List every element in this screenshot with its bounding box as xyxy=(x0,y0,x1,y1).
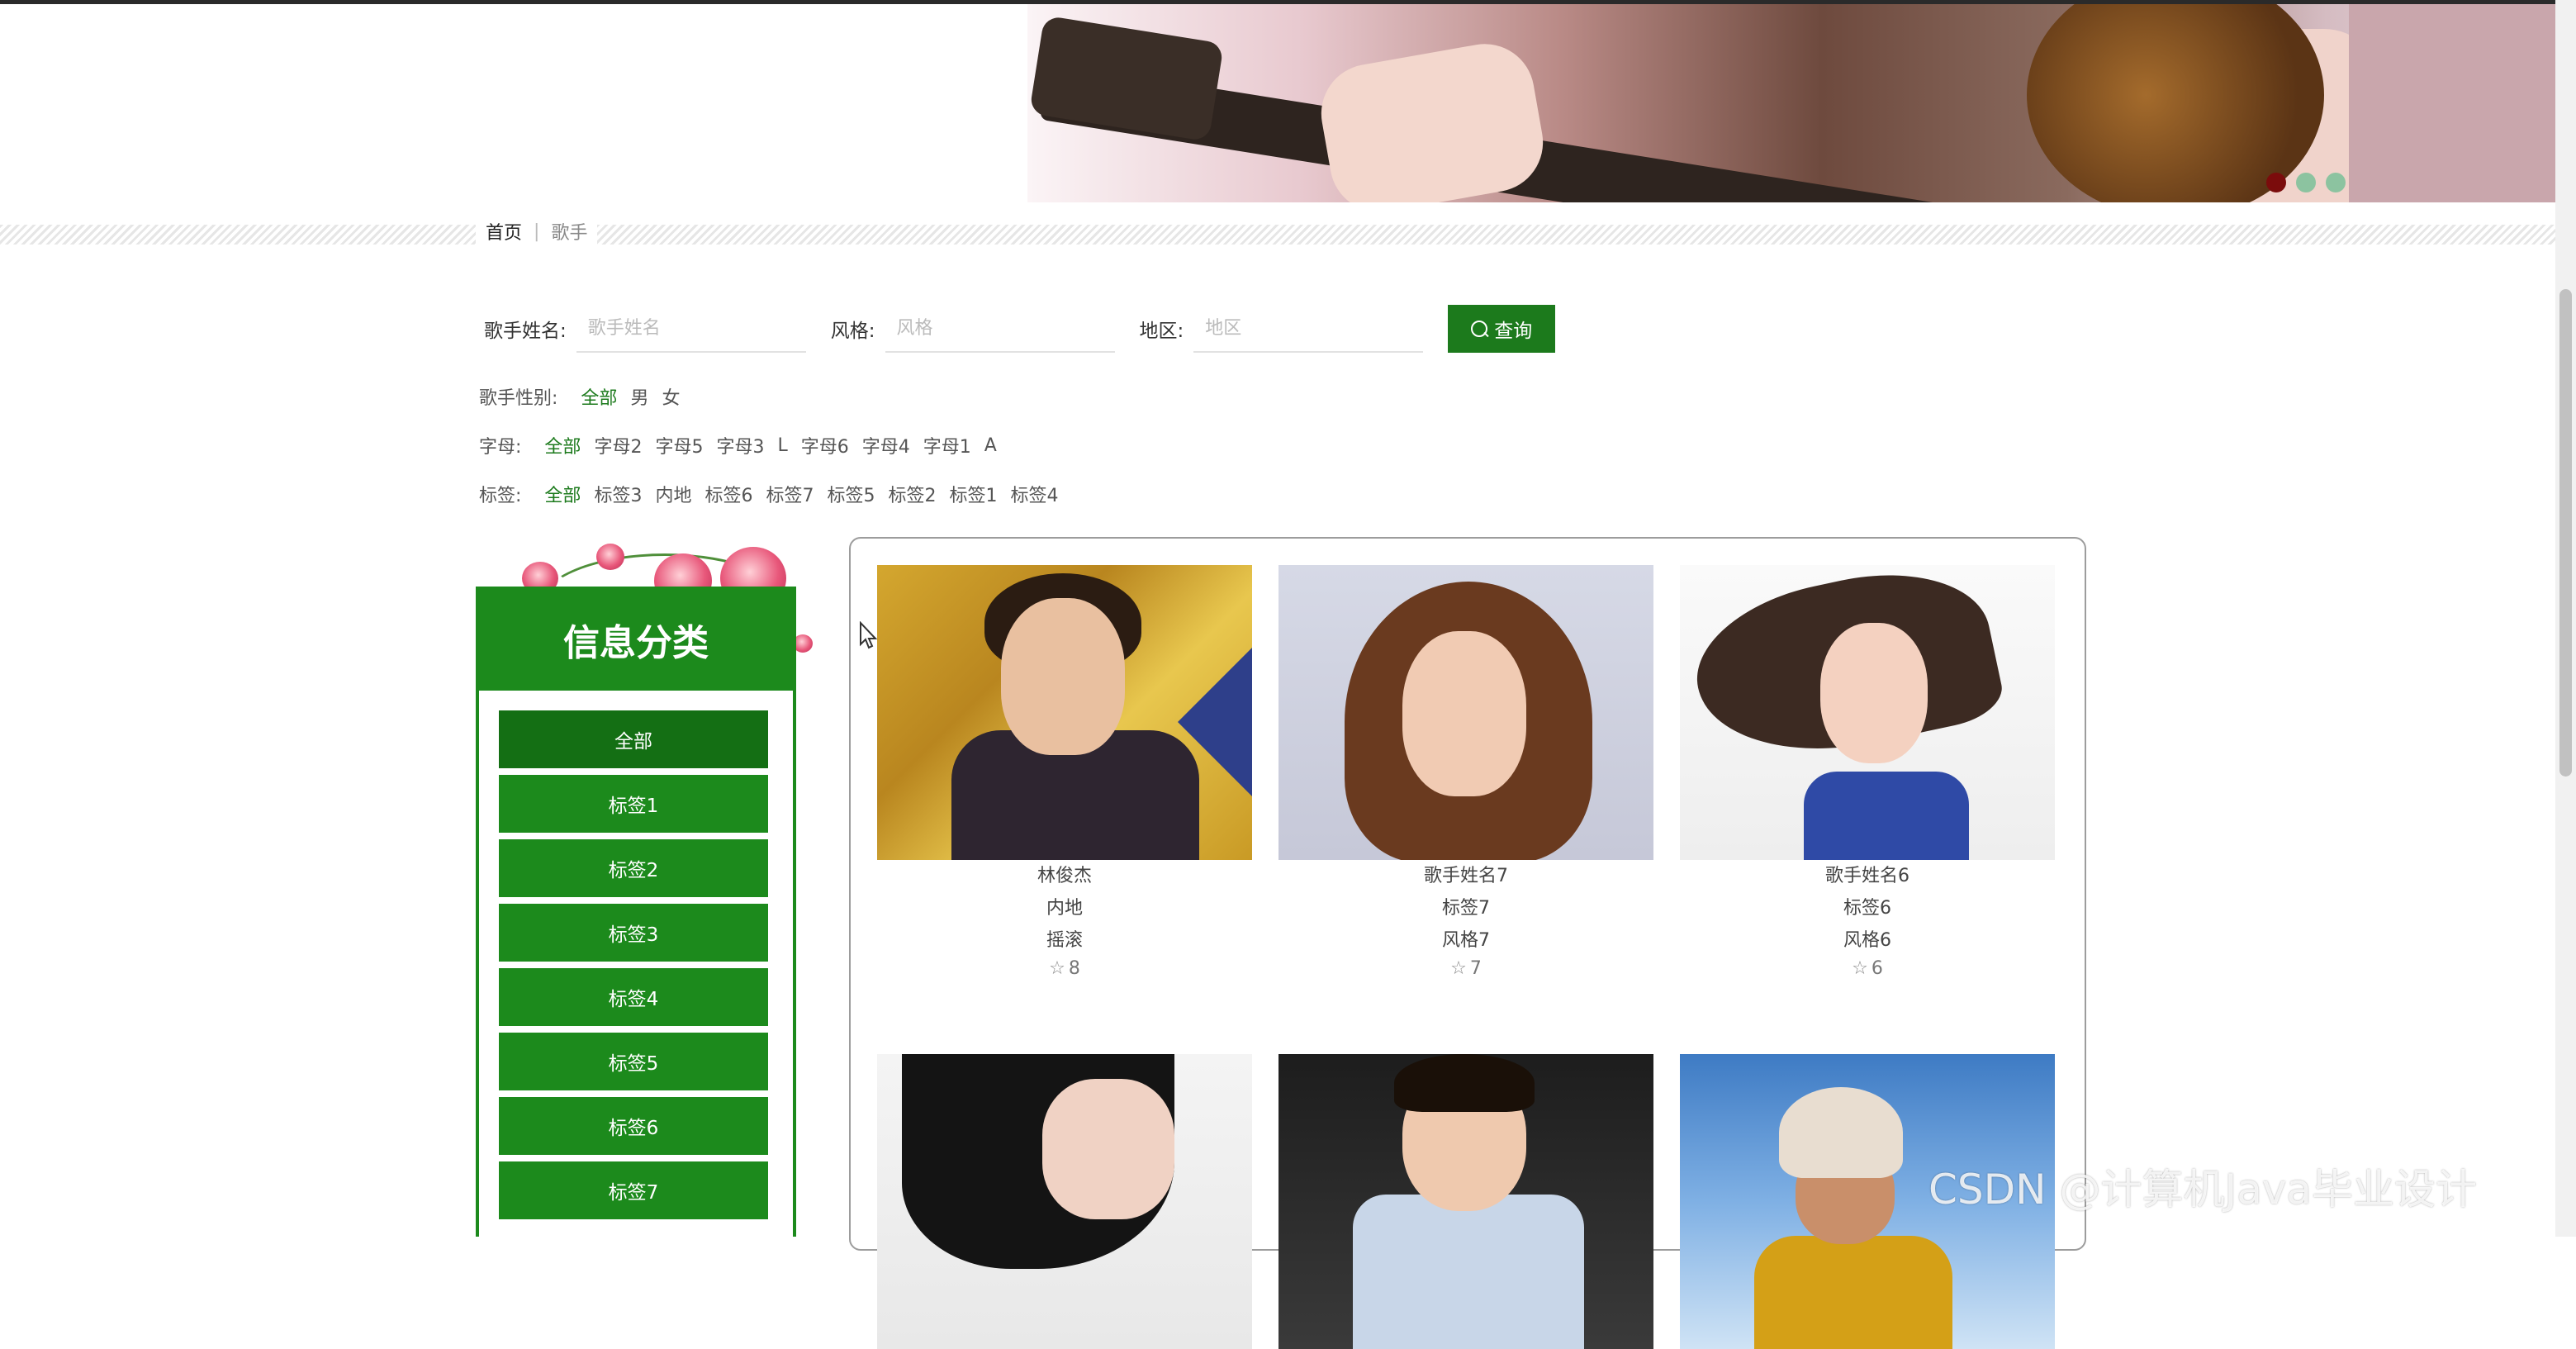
region-input[interactable] xyxy=(1193,305,1424,353)
letter-option[interactable]: A xyxy=(984,435,997,456)
search-icon xyxy=(1471,321,1488,337)
gender-option-all[interactable]: 全部 xyxy=(581,383,617,410)
gender-option-male[interactable]: 男 xyxy=(630,383,648,410)
singer-photo[interactable] xyxy=(1279,1054,1653,1349)
letter-filter-label: 字母: xyxy=(479,437,522,458)
singer-card[interactable] xyxy=(1279,1054,1653,1349)
category-item-all[interactable]: 全部 xyxy=(499,710,768,768)
breadcrumb: 首页 | 歌手 xyxy=(476,216,598,246)
tag-option[interactable]: 标签1 xyxy=(949,481,997,507)
query-button-label: 查询 xyxy=(1494,320,1533,341)
carousel-dot-3[interactable] xyxy=(2326,173,2346,192)
tag-option[interactable]: 内地 xyxy=(655,481,691,507)
letter-option[interactable]: 字母5 xyxy=(655,432,703,458)
category-item[interactable]: 标签3 xyxy=(499,904,768,962)
search-form: 歌手姓名: 风格: 地区: 查询 xyxy=(484,304,1556,354)
singer-name-label: 歌手姓名: xyxy=(484,321,567,342)
tag-option[interactable]: 标签2 xyxy=(888,481,936,507)
gender-filter: 歌手性别: 全部 男 女 xyxy=(479,380,693,413)
tag-option[interactable]: 标签7 xyxy=(766,481,814,507)
tag-option[interactable]: 全部 xyxy=(544,481,581,507)
tag-option[interactable]: 标签3 xyxy=(594,481,642,507)
letter-option[interactable]: 全部 xyxy=(544,432,581,458)
singer-name[interactable]: 林俊杰 xyxy=(877,860,1252,892)
style-label: 风格: xyxy=(830,321,875,342)
carousel-dot-1[interactable] xyxy=(2266,173,2286,192)
letter-option[interactable]: 字母2 xyxy=(594,432,642,458)
breadcrumb-home[interactable]: 首页 xyxy=(486,218,522,245)
banner-carousel[interactable] xyxy=(1027,4,2555,202)
favorite-count: ☆ 8 xyxy=(1049,958,1080,979)
category-item[interactable]: 标签4 xyxy=(499,968,768,1026)
carousel-indicators xyxy=(2266,173,2346,194)
breadcrumb-stripe xyxy=(0,225,2555,245)
letter-filter: 字母: 全部 字母2 字母5 字母3 L 字母6 字母4 字母1 A xyxy=(479,429,1010,462)
singer-card[interactable]: 歌手姓名6 标签6 风格6 ☆ 6 xyxy=(1680,565,2055,979)
singer-card[interactable] xyxy=(877,1054,1252,1349)
star-icon: ☆ xyxy=(1852,958,1868,979)
category-item[interactable]: 标签2 xyxy=(499,839,768,897)
singer-photo[interactable] xyxy=(877,565,1252,860)
category-item[interactable]: 标签7 xyxy=(499,1161,768,1219)
singer-card[interactable]: 林俊杰 内地 摇滚 ☆ 8 xyxy=(877,565,1252,979)
category-item[interactable]: 标签6 xyxy=(499,1097,768,1155)
star-icon: ☆ xyxy=(1450,958,1467,979)
letter-option[interactable]: L xyxy=(777,435,787,456)
letter-option[interactable]: 字母3 xyxy=(716,432,764,458)
scrollbar-thumb[interactable] xyxy=(2559,289,2572,777)
letter-option[interactable]: 字母1 xyxy=(923,432,971,458)
style-input[interactable] xyxy=(885,305,1115,353)
singer-style: 风格6 xyxy=(1843,930,1891,951)
category-item[interactable]: 标签5 xyxy=(499,1033,768,1090)
singer-style: 摇滚 xyxy=(1046,930,1083,951)
carousel-dot-2[interactable] xyxy=(2296,173,2316,192)
tag-option[interactable]: 标签5 xyxy=(827,481,875,507)
letter-option[interactable]: 字母6 xyxy=(801,432,849,458)
gender-option-female[interactable]: 女 xyxy=(662,383,680,410)
tag-option[interactable]: 标签6 xyxy=(704,481,752,507)
region-label: 地区: xyxy=(1139,321,1184,342)
star-icon: ☆ xyxy=(1049,958,1065,979)
breadcrumb-separator: | xyxy=(534,221,540,242)
singer-name-input[interactable] xyxy=(576,305,806,353)
singer-style: 风格7 xyxy=(1442,930,1490,951)
tag-filter-label: 标签: xyxy=(479,486,522,506)
tag-option[interactable]: 标签4 xyxy=(1010,481,1058,507)
gender-filter-label: 歌手性别: xyxy=(479,388,558,409)
singer-photo[interactable] xyxy=(1680,565,2055,860)
breadcrumb-current[interactable]: 歌手 xyxy=(551,218,587,245)
singer-grid: 林俊杰 内地 摇滚 ☆ 8 歌手姓名7 标签7 风格7 ☆ 7 歌手姓名6 标签6 … xyxy=(849,537,2086,1349)
singer-tag: 标签6 xyxy=(1843,898,1891,919)
singer-name[interactable]: 歌手姓名6 xyxy=(1680,860,2055,892)
singer-name[interactable]: 歌手姓名7 xyxy=(1279,860,1653,892)
singer-photo[interactable] xyxy=(877,1054,1252,1349)
singer-tag: 标签7 xyxy=(1442,898,1490,919)
favorite-count: ☆ 6 xyxy=(1852,958,1883,979)
query-button[interactable]: 查询 xyxy=(1448,305,1556,353)
singer-photo[interactable] xyxy=(1279,565,1653,860)
singer-card[interactable]: 歌手姓名7 标签7 风格7 ☆ 7 xyxy=(1279,565,1653,979)
page-scrollbar[interactable] xyxy=(2555,0,2576,1237)
singer-tag: 内地 xyxy=(1046,898,1083,919)
tag-filter: 标签: 全部 标签3 内地 标签6 标签7 标签5 标签2 标签1 标签4 xyxy=(479,477,1071,511)
letter-option[interactable]: 字母4 xyxy=(862,432,910,458)
favorite-count: ☆ 7 xyxy=(1450,958,1482,979)
category-item[interactable]: 标签1 xyxy=(499,775,768,833)
category-list: 全部 标签1 标签2 标签3 标签4 标签5 标签6 标签7 xyxy=(499,710,768,1226)
mouse-cursor-icon xyxy=(859,620,880,651)
sidebar-title: 信息分类 xyxy=(476,587,796,692)
watermark: CSDN @计算机Java毕业设计 xyxy=(1928,1166,2478,1214)
